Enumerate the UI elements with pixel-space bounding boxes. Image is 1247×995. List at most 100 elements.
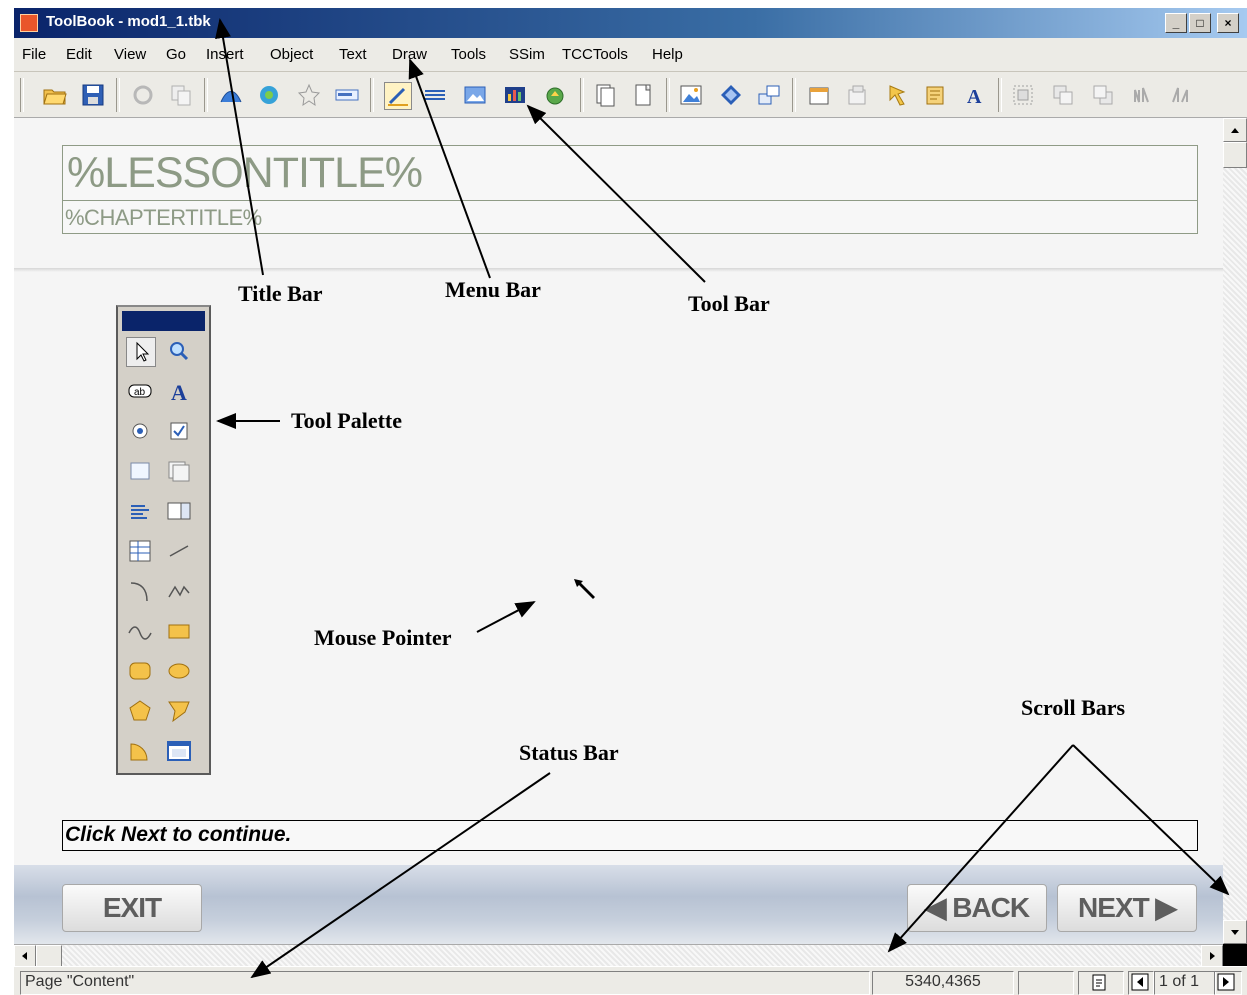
irregular-polygon-tool-icon[interactable] (165, 697, 193, 725)
ellipse-tool-icon[interactable] (165, 657, 193, 685)
draw-tool-icon[interactable] (384, 82, 412, 110)
menu-edit[interactable]: Edit (66, 46, 92, 63)
toolbar-grip[interactable] (20, 78, 24, 112)
lesson-title: %LESSONTITLE% (67, 149, 423, 197)
diamond-icon[interactable] (718, 82, 744, 108)
vertical-scrollbar[interactable] (1223, 118, 1247, 944)
menu-text[interactable]: Text (339, 46, 367, 63)
group-icon[interactable] (1010, 82, 1036, 108)
horizontal-scroll-thumb[interactable] (36, 945, 62, 967)
maximize-button[interactable]: □ (1189, 13, 1211, 33)
line-tool-icon[interactable] (165, 537, 193, 565)
polyline-tool-icon[interactable] (165, 577, 193, 605)
scroll-down-button[interactable] (1223, 920, 1247, 944)
author-icon[interactable] (256, 82, 282, 108)
chapter-title-field[interactable]: %CHAPTERTITLE% (62, 200, 1198, 234)
scroll-right-button[interactable] (1201, 945, 1223, 967)
text-a-icon[interactable]: A (962, 82, 988, 108)
status-bar: Page "Content" 5340,4365 1 of 1 (14, 966, 1247, 995)
link-icon[interactable] (756, 82, 782, 108)
scroll-left-button[interactable] (14, 945, 36, 967)
menu-insert[interactable]: Insert (206, 46, 244, 63)
chart-icon[interactable] (502, 82, 528, 108)
menu-view[interactable]: View (114, 46, 146, 63)
status-page-button[interactable] (1078, 971, 1124, 995)
list-tool-icon[interactable] (126, 497, 154, 525)
new-page-icon[interactable] (630, 82, 656, 108)
picture-icon[interactable] (678, 82, 704, 108)
text-tool-icon[interactable]: A (165, 377, 193, 405)
combo-tool-icon[interactable] (165, 497, 193, 525)
menu-help[interactable]: Help (652, 46, 683, 63)
vertical-scroll-thumb[interactable] (1223, 142, 1247, 168)
annotation-title-bar: Title Bar (238, 281, 323, 306)
triangle-left-icon (1131, 973, 1149, 991)
toolbar-separator (666, 78, 670, 112)
radio-tool-icon[interactable] (126, 417, 154, 445)
save-icon[interactable] (80, 82, 106, 108)
tool-palette-titlebar[interactable] (122, 311, 205, 331)
annotation-status-bar: Status Bar (519, 740, 619, 765)
toolbar-separator (580, 78, 584, 112)
shape-icon[interactable] (542, 82, 568, 108)
properties-icon[interactable] (806, 82, 832, 108)
lesson-title-field[interactable]: %LESSONTITLE% (62, 145, 1198, 202)
open-folder-icon[interactable] (42, 82, 68, 108)
object-icon[interactable] (844, 82, 870, 108)
viewer-tool-icon[interactable] (165, 737, 193, 765)
field-icon[interactable] (334, 82, 360, 108)
toolbook-app-icon[interactable] (20, 14, 38, 32)
rectangle-tool-icon[interactable] (165, 617, 193, 645)
reader-icon[interactable] (218, 82, 244, 108)
checkbox-tool-icon[interactable] (165, 417, 193, 445)
rounded-rectangle-tool-icon[interactable] (126, 657, 154, 685)
annotation-scroll-bars: Scroll Bars (1021, 695, 1126, 720)
next-button[interactable]: NEXT ▶ (1057, 884, 1197, 932)
arc-tool-icon[interactable] (126, 577, 154, 605)
toolbar-separator (370, 78, 374, 112)
zoom-tool-icon[interactable] (165, 337, 193, 365)
undo-icon[interactable] (130, 82, 156, 108)
minimize-button[interactable]: _ (1165, 13, 1187, 33)
menu-bar: File Edit View Go Insert Object Text Dra… (14, 38, 1247, 72)
pie-tool-icon[interactable] (126, 737, 154, 765)
close-button[interactable]: × (1217, 13, 1239, 33)
horizontal-scrollbar[interactable] (14, 944, 1223, 967)
menu-object[interactable]: Object (270, 46, 313, 63)
navigation-band: EXIT ◀ BACK NEXT ▶ (14, 865, 1223, 944)
annotation-menu-bar: Menu Bar (445, 277, 541, 302)
polygon-tool-icon[interactable] (126, 697, 154, 725)
instruction-field[interactable]: Click Next to continue. (62, 820, 1198, 851)
script-icon[interactable] (884, 82, 910, 108)
align-right-icon[interactable] (1168, 82, 1194, 108)
pointer-tool-icon[interactable] (126, 337, 156, 367)
grid-tool-icon[interactable] (126, 537, 154, 565)
record-field-tool-icon[interactable] (165, 457, 193, 485)
scroll-up-button[interactable] (1223, 118, 1247, 142)
status-next-page-button[interactable] (1214, 971, 1242, 995)
toolbar-separator (792, 78, 796, 112)
status-prev-page-button[interactable] (1128, 971, 1154, 995)
back-button[interactable]: ◀ BACK (907, 884, 1047, 932)
image-icon[interactable] (462, 82, 488, 108)
page-icon[interactable] (592, 82, 618, 108)
align-left-icon[interactable] (1130, 82, 1156, 108)
menu-file[interactable]: File (22, 46, 46, 63)
lines-icon[interactable] (422, 82, 448, 108)
star-icon[interactable] (296, 82, 322, 108)
send-back-icon[interactable] (1090, 82, 1116, 108)
field-tool-icon[interactable] (126, 457, 154, 485)
menu-tools[interactable]: Tools (451, 46, 486, 63)
title-bar[interactable]: ToolBook - mod1_1.tbk _ □ × (14, 8, 1247, 38)
menu-ssim[interactable]: SSim (509, 46, 545, 63)
bring-front-icon[interactable] (1050, 82, 1076, 108)
menu-go[interactable]: Go (166, 46, 186, 63)
copy-icon[interactable] (168, 82, 194, 108)
menu-tcctools[interactable]: TCCTools (562, 46, 628, 63)
curve-tool-icon[interactable] (126, 617, 154, 645)
tool-palette[interactable]: ab A (116, 305, 211, 775)
menu-draw[interactable]: Draw (392, 46, 427, 63)
button-tool-icon[interactable]: ab (126, 377, 154, 405)
scroll-icon[interactable] (922, 82, 948, 108)
exit-button[interactable]: EXIT (62, 884, 202, 932)
